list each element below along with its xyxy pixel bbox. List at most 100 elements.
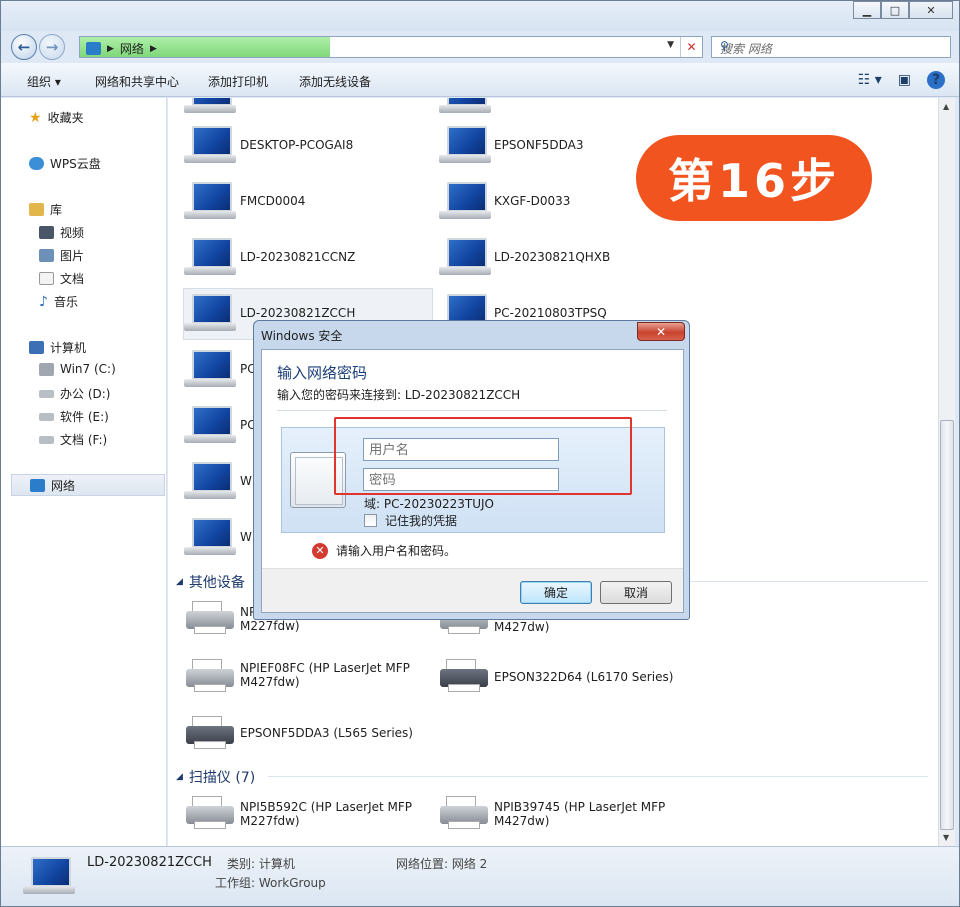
search-input[interactable]: 搜索 网络 ⚲	[711, 36, 951, 58]
computer-icon[interactable]	[184, 406, 236, 446]
close-button[interactable]: ✕	[909, 1, 953, 19]
remember-credentials-checkbox[interactable]: 记住我的凭据	[364, 512, 457, 529]
address-row: ← → ▶ 网络 ▶ ▼ ✕ 搜索 网络 ⚲	[1, 31, 959, 61]
cloud-icon	[29, 157, 44, 170]
details-name: LD-20230821ZCCH	[87, 855, 212, 870]
nav-favorites[interactable]: ★ 收藏夹	[29, 109, 84, 126]
nav-pictures-label: 图片	[60, 249, 85, 263]
scroll-down-icon[interactable]: ▼	[943, 833, 949, 842]
system-drive-icon	[39, 362, 54, 376]
title-bar: ▁ □ ✕	[1, 1, 959, 31]
step-badge: 第16步	[636, 135, 872, 221]
search-icon[interactable]: ⚲	[720, 39, 944, 53]
nav-documents[interactable]: 文档	[39, 270, 84, 287]
add-printer-button[interactable]: 添加打印机	[208, 73, 268, 90]
divider	[277, 410, 667, 411]
nav-documents-label: 文档	[60, 272, 85, 286]
computer-icon[interactable]	[184, 350, 236, 390]
checkbox-box[interactable]	[364, 514, 377, 527]
nav-computer[interactable]: 计算机	[29, 339, 86, 356]
drive-icon	[39, 389, 54, 398]
breadcrumb-network[interactable]: 网络	[120, 40, 144, 57]
remember-label: 记住我的凭据	[385, 514, 458, 528]
scanner-icon[interactable]	[440, 796, 490, 832]
vertical-scrollbar[interactable]: ▲ ▼	[938, 98, 955, 846]
nav-network-label: 网络	[51, 478, 76, 493]
device-item[interactable]: EPSON322D64 (L6170 Series)	[494, 670, 673, 684]
help-icon[interactable]: ?	[927, 71, 945, 89]
details-workgroup: 工作组: WorkGroup	[215, 876, 326, 890]
dialog-footer: 确定 取消	[262, 568, 683, 612]
error-text: 请输入用户名和密码。	[336, 544, 457, 558]
nav-pictures[interactable]: 图片	[39, 247, 84, 264]
computer-item[interactable]: PC-20210803TPSQ	[494, 306, 607, 320]
nav-drive-e[interactable]: 软件 (E:)	[39, 408, 109, 425]
computer-icon[interactable]	[184, 462, 236, 502]
scanner-icon[interactable]	[186, 796, 236, 832]
error-message: ✕ 请输入用户名和密码。	[312, 542, 456, 559]
computer-icon[interactable]	[439, 182, 491, 222]
nav-drive-c[interactable]: Win7 (C:)	[39, 362, 116, 376]
dialog-title: Windows 安全	[261, 329, 343, 343]
group-header-scanners[interactable]: ◢ 扫描仪 (7)	[176, 767, 255, 787]
ok-button[interactable]: 确定	[520, 581, 592, 604]
computer-item[interactable]: LD-20230821QHXB	[494, 250, 610, 264]
computer-item[interactable]: LD-20230821CCNZ	[240, 250, 355, 264]
computer-icon[interactable]	[184, 182, 236, 222]
computer-item[interactable]: EPSONF5DDA3	[494, 138, 584, 152]
library-icon	[29, 203, 44, 216]
computer-icon[interactable]	[184, 98, 236, 116]
device-item[interactable]: EPSONF5DDA3 (L565 Series)	[240, 726, 413, 740]
scanner-item[interactable]: NPIB39745 (HP LaserJet MFP M427dw)	[494, 800, 665, 828]
nav-drive-f[interactable]: 文档 (F:)	[39, 431, 107, 448]
forward-arrow-icon[interactable]: →	[39, 34, 65, 60]
computer-icon[interactable]	[184, 518, 236, 558]
computer-icon[interactable]	[184, 126, 236, 166]
computer-item[interactable]: KXGF-D0033	[494, 194, 570, 208]
collapse-icon: ◢	[176, 772, 183, 782]
chevron-down-icon[interactable]: ▼	[667, 40, 674, 50]
scrollbar-thumb[interactable]	[940, 420, 954, 830]
computer-icon[interactable]	[184, 294, 236, 334]
maximize-button[interactable]: □	[881, 1, 909, 19]
computer-icon[interactable]	[439, 98, 491, 116]
preview-pane-icon[interactable]: ▣	[898, 72, 911, 88]
computer-item-selected[interactable]: LD-20230821ZCCH	[240, 306, 355, 320]
scroll-up-icon[interactable]: ▲	[943, 102, 949, 111]
nav-wps[interactable]: WPS云盘	[29, 155, 101, 172]
device-line1: NPIB39745 (HP LaserJet MFP	[494, 800, 666, 814]
network-center-button[interactable]: 网络和共享中心	[95, 73, 179, 90]
group-title: 其他设备	[188, 575, 245, 591]
printer-icon[interactable]	[186, 659, 236, 695]
dialog-close-button[interactable]: ✕	[637, 322, 685, 341]
organize-button[interactable]: 组织 ▾	[27, 73, 61, 90]
cancel-button[interactable]: 取消	[600, 581, 672, 604]
details-location: 网络位置: 网络 2	[396, 857, 488, 871]
add-wireless-button[interactable]: 添加无线设备	[299, 73, 371, 90]
group-header-other-devices[interactable]: ◢ 其他设备	[176, 572, 245, 592]
printer-icon[interactable]	[440, 659, 490, 695]
nav-videos[interactable]: 视频	[39, 224, 84, 241]
details-pane: LD-20230821ZCCH 类别: 计算机 工作组: WorkGroup 网…	[1, 846, 959, 906]
device-line2: M427dw)	[494, 620, 550, 634]
computer-item[interactable]: FMCD0004	[240, 194, 305, 208]
device-line1: NPI5B592C (HP LaserJet MFP	[240, 800, 413, 814]
computer-icon[interactable]	[184, 238, 236, 278]
nav-libraries[interactable]: 库	[29, 201, 62, 218]
nav-music[interactable]: ♪ 音乐	[39, 293, 78, 310]
printer-icon[interactable]	[186, 601, 236, 637]
nav-network[interactable]: 网络	[11, 474, 165, 496]
computer-icon[interactable]	[439, 238, 491, 278]
device-item[interactable]: NPIEF08FC (HP LaserJet MFP M427fdw)	[240, 661, 410, 689]
back-arrow-icon[interactable]: ←	[11, 34, 37, 60]
address-bar[interactable]: ▶ 网络 ▶ ▼ ✕	[79, 36, 703, 58]
stop-icon[interactable]: ✕	[680, 37, 702, 57]
scanner-item[interactable]: NPI5B592C (HP LaserJet MFP M227fdw)	[240, 800, 412, 828]
nav-drive-d[interactable]: 办公 (D:)	[39, 385, 110, 402]
minimize-button[interactable]: ▁	[853, 1, 881, 19]
computer-icon[interactable]	[439, 126, 491, 166]
computer-item[interactable]: DESKTOP-PCOGAI8	[240, 138, 353, 152]
printer-icon[interactable]	[186, 716, 236, 752]
caption-buttons: ▁ □ ✕	[853, 1, 953, 19]
view-options-icon[interactable]: ☷ ▾	[858, 72, 882, 88]
